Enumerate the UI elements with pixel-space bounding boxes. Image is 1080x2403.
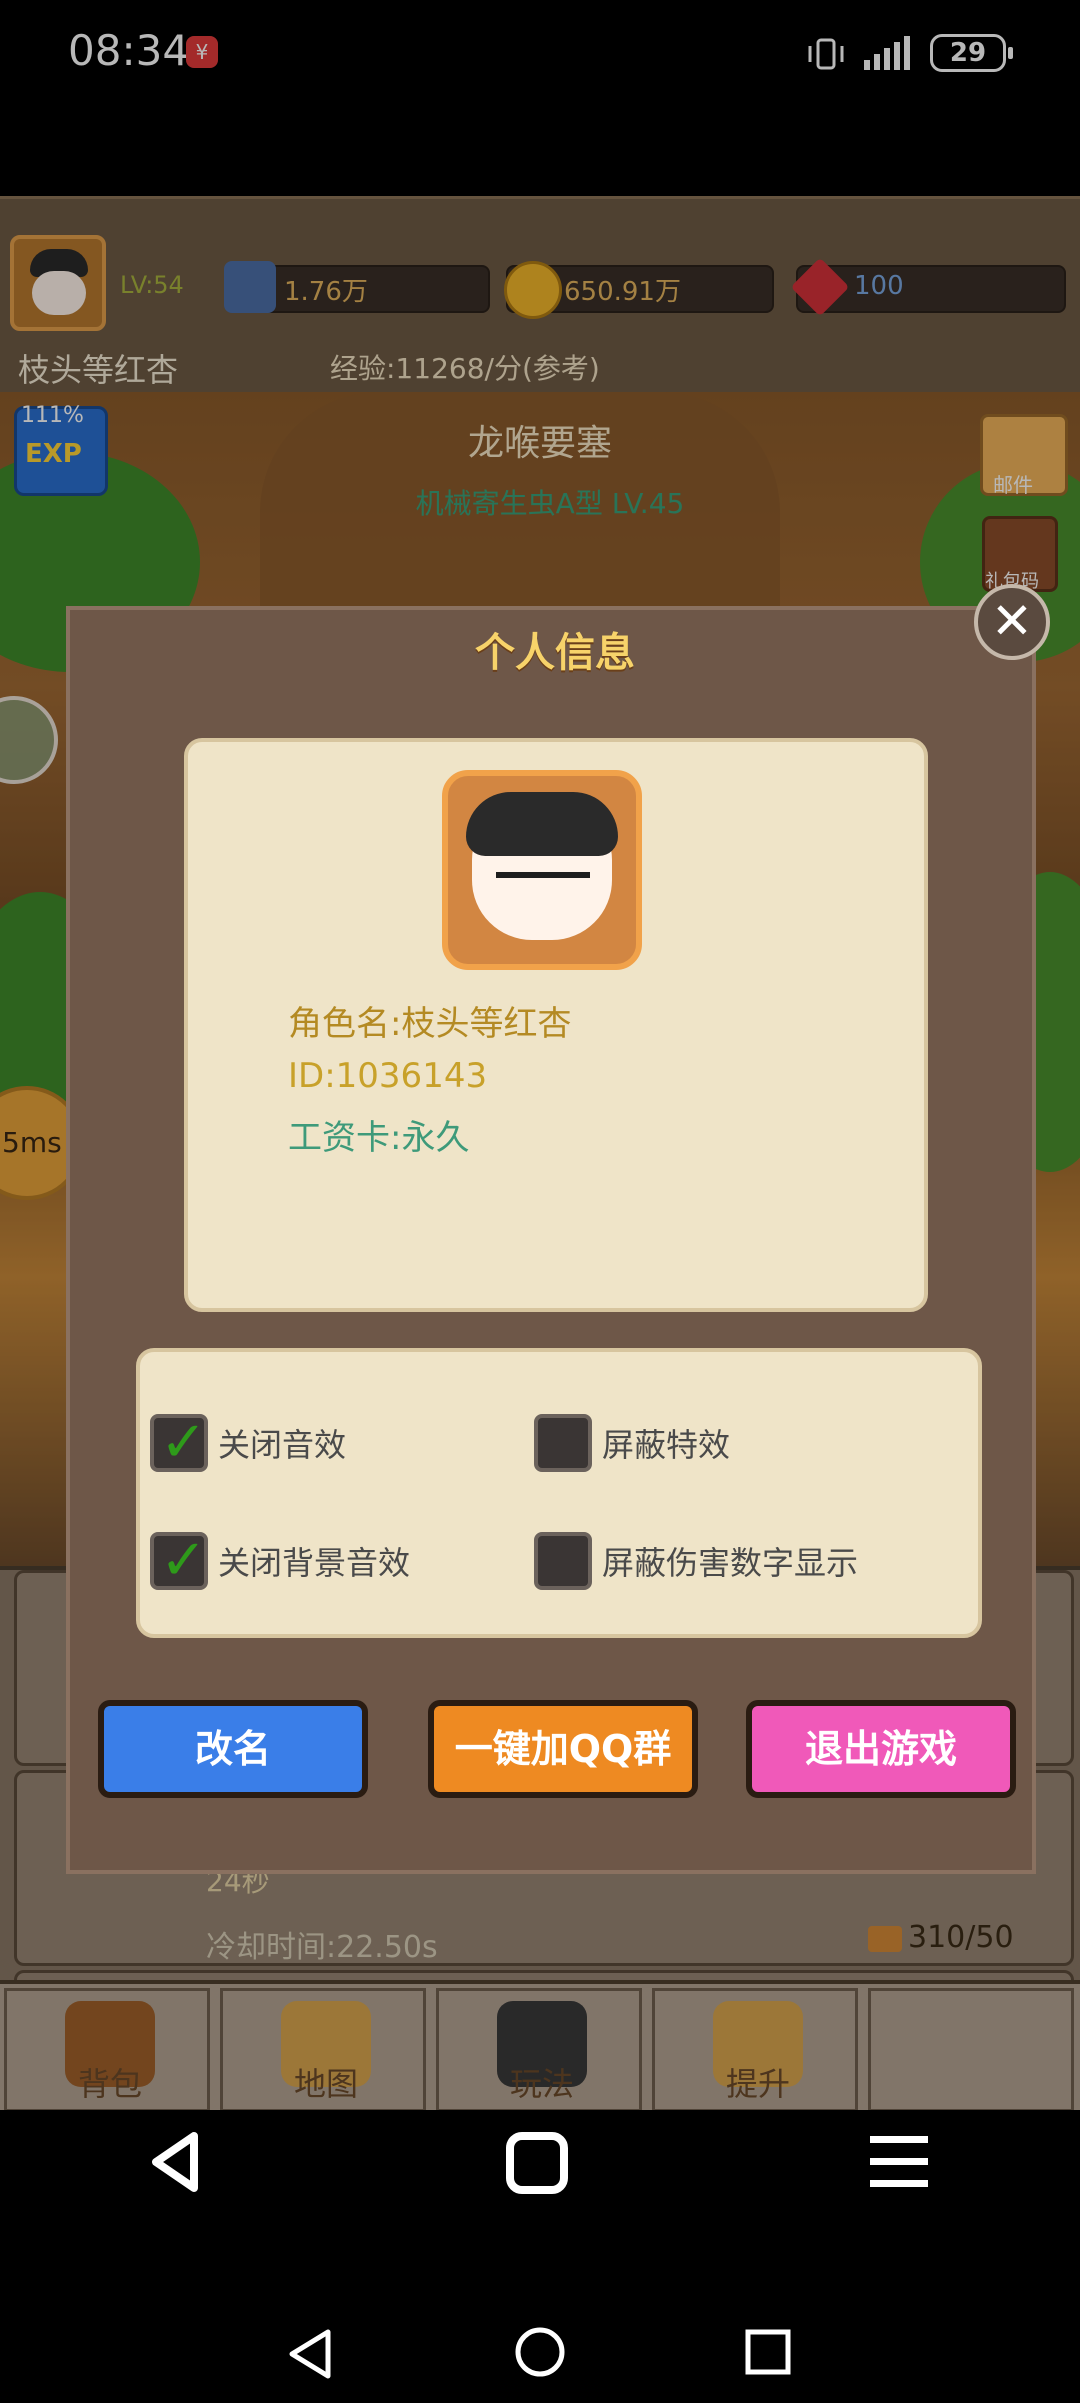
- player-id: ID:1036143: [288, 1056, 488, 1096]
- checkbox-unchecked[interactable]: [534, 1532, 592, 1590]
- character-avatar: [442, 770, 642, 970]
- checkbox-checked[interactable]: [150, 1410, 208, 1475]
- option-mute-bgm[interactable]: 关闭背景音效: [150, 1528, 410, 1593]
- profile-dialog: 个人信息 角色名:枝头等红杏 ID:1036143 工资卡:永久 关闭音效 屏蔽…: [66, 606, 1036, 1874]
- home-icon[interactable]: [514, 2326, 566, 2378]
- close-icon[interactable]: ✕: [974, 584, 1050, 660]
- settings-panel: 关闭音效 屏蔽特效 关闭背景音效 屏蔽伤害数字显示: [136, 1348, 982, 1638]
- rename-button[interactable]: 改名: [98, 1700, 368, 1798]
- join-qq-group-button[interactable]: 一键加QQ群: [428, 1700, 698, 1798]
- option-hide-effects[interactable]: 屏蔽特效: [534, 1414, 730, 1472]
- option-mute-sfx[interactable]: 关闭音效: [150, 1410, 346, 1475]
- checkbox-unchecked[interactable]: [534, 1414, 592, 1472]
- exit-game-button[interactable]: 退出游戏: [746, 1700, 1016, 1798]
- profile-card: 角色名:枝头等红杏 ID:1036143 工资卡:永久: [184, 738, 928, 1312]
- game-system-nav: [0, 2110, 1080, 2210]
- dialog-title: 个人信息: [475, 630, 635, 676]
- menu-icon[interactable]: [866, 2132, 932, 2192]
- option-hide-damage-numbers[interactable]: 屏蔽伤害数字显示: [534, 1532, 858, 1590]
- home-icon[interactable]: [504, 2130, 570, 2196]
- back-icon[interactable]: [284, 2326, 336, 2382]
- role-name: 角色名:枝头等红杏: [288, 1004, 572, 1044]
- wage-card: 工资卡:永久: [288, 1118, 470, 1158]
- recents-icon[interactable]: [744, 2328, 792, 2376]
- back-icon[interactable]: [142, 2128, 210, 2196]
- system-nav-bar: [0, 2290, 1080, 2403]
- checkbox-checked[interactable]: [150, 1528, 208, 1593]
